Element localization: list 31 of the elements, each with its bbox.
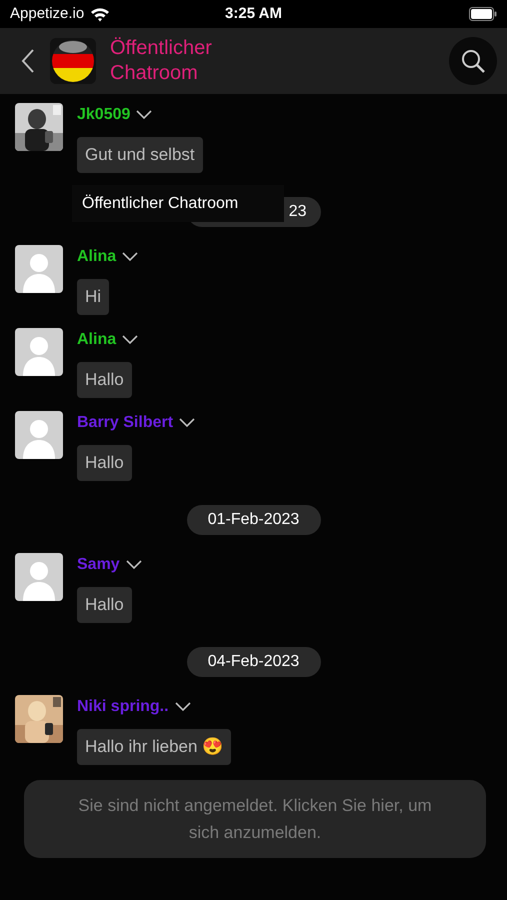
wifi-icon — [90, 6, 110, 22]
sender-name: Samy — [77, 555, 120, 575]
login-prompt[interactable]: Sie sind nicht angemeldet. Klicken Sie hier, um sich anzumelden. — [24, 780, 486, 858]
search-icon — [460, 48, 486, 74]
chevron-down-icon[interactable] — [179, 418, 196, 428]
chevron-down-icon[interactable] — [122, 335, 138, 345]
carrier-text: Appetize.io — [10, 4, 84, 24]
message-bubble: Hallo — [77, 362, 132, 398]
clock-text: 3:25 AM — [225, 4, 282, 24]
message-bubble: Hallo — [77, 587, 132, 623]
german-flag-icon — [50, 38, 96, 84]
sender-name: Alina — [77, 247, 116, 267]
chevron-down-icon[interactable] — [174, 702, 191, 712]
chevron-down-icon[interactable] — [136, 110, 152, 120]
battery-icon — [469, 7, 497, 21]
chat-title: Öffentlicher Chatroom — [110, 36, 213, 86]
tooltip: Öffentlicher Chatroom — [72, 185, 284, 222]
date-pill: 04-Feb-2023 — [186, 647, 320, 677]
chevron-down-icon[interactable] — [126, 560, 142, 570]
sender-name: Jk0509 — [77, 105, 130, 125]
message-bubble: Hallo ihr lieben 😍 — [77, 729, 232, 765]
sender-name: Barry Silbert — [77, 413, 174, 433]
sender-name: Niki spring.. — [77, 697, 169, 717]
message-bubble: Hallo — [77, 445, 132, 481]
date-pill: 01-Feb-2023 — [186, 505, 320, 535]
message-bubble: Hi — [77, 279, 110, 315]
chevron-down-icon[interactable] — [122, 252, 138, 262]
sender-name: Alina — [77, 330, 116, 350]
back-chevron-icon — [21, 48, 35, 74]
search-button[interactable] — [449, 37, 497, 85]
message-bubble: Gut und selbst — [77, 137, 203, 173]
